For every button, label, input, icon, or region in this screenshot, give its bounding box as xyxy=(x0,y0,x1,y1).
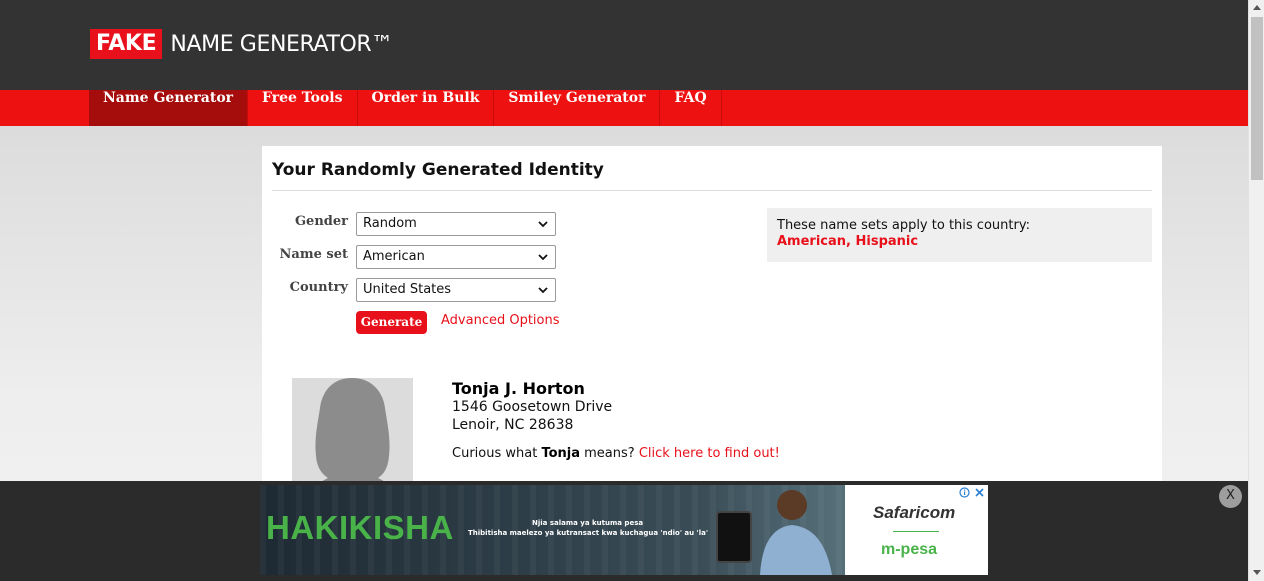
nameset-link-american[interactable]: American xyxy=(777,234,846,249)
country-select[interactable]: United States xyxy=(356,278,556,302)
nav-item-order-in-bulk[interactable]: Order in Bulk xyxy=(358,90,495,126)
gender-label: Gender xyxy=(294,214,348,229)
nav-items: Name Generator Free Tools Order in Bulk … xyxy=(89,90,722,126)
brand-divider xyxy=(893,531,939,532)
nameset-select-value: American xyxy=(363,249,425,264)
scroll-down-icon[interactable] xyxy=(1253,570,1261,575)
adchoices-icon[interactable] xyxy=(959,487,970,498)
main-nav: Name Generator Free Tools Order in Bulk … xyxy=(0,90,1248,126)
vertical-scrollbar[interactable] xyxy=(1248,0,1264,581)
ad-phone-image xyxy=(716,511,752,563)
close-icon[interactable] xyxy=(974,487,985,498)
scroll-thumb[interactable] xyxy=(1251,17,1263,180)
nav-item-smiley-generator[interactable]: Smiley Generator xyxy=(494,90,661,126)
title-divider xyxy=(272,190,1152,191)
chevron-down-icon xyxy=(538,221,548,228)
nav-item-name-generator[interactable]: Name Generator xyxy=(89,90,249,126)
nameset-info-box: These name sets apply to this country: A… xyxy=(767,208,1152,262)
curious-prefix: Curious what xyxy=(452,446,542,461)
country-label: Country xyxy=(289,280,348,295)
gender-select[interactable]: Random xyxy=(356,212,556,236)
nav-item-faq[interactable]: FAQ xyxy=(660,90,722,126)
nav-item-free-tools[interactable]: Free Tools xyxy=(248,90,358,126)
ad-banner[interactable]: HAKIKISHA Njia salama ya kutuma pesa Thi… xyxy=(260,485,988,575)
site-header: FAKE NAME GENERATOR™ xyxy=(0,0,1248,90)
logo-text: NAME GENERATOR™ xyxy=(170,31,393,57)
curious-suffix: means? xyxy=(580,446,639,461)
address-line-1: 1546 Goosetown Drive xyxy=(452,399,613,415)
site-logo[interactable]: FAKE NAME GENERATOR™ xyxy=(90,29,393,59)
ad-person-image xyxy=(760,490,832,575)
chevron-down-icon xyxy=(538,287,548,294)
ad-close-button[interactable]: X xyxy=(1219,485,1242,508)
ad-brand-panel: Safaricom m-pesa xyxy=(845,485,988,575)
gender-select-value: Random xyxy=(363,216,417,231)
mpesa-logo: m-pesa xyxy=(881,541,938,558)
country-select-value: United States xyxy=(363,282,452,297)
nameset-label: Name set xyxy=(279,247,348,262)
generate-button[interactable]: Generate xyxy=(356,311,427,334)
advanced-options-link[interactable]: Advanced Options xyxy=(441,313,560,328)
ad-subtext: Thibitisha maelezo ya kutransact kwa kuc… xyxy=(468,529,708,537)
avatar xyxy=(292,378,413,498)
name-meaning-line: Curious what Tonja means? Click here to … xyxy=(452,446,780,461)
nameset-info-text: These name sets apply to this country: xyxy=(777,218,1030,233)
ad-headline: HAKIKISHA xyxy=(266,509,454,546)
logo-fake-badge: FAKE xyxy=(90,29,163,59)
identity-name: Tonja J. Horton xyxy=(452,379,585,398)
nameset-select[interactable]: American xyxy=(356,245,556,269)
nameset-link-hispanic[interactable]: Hispanic xyxy=(856,234,919,249)
safaricom-logo: Safaricom xyxy=(873,503,956,522)
chevron-down-icon xyxy=(538,254,548,261)
scroll-up-icon[interactable] xyxy=(1253,5,1261,10)
ad-tagline: Njia salama ya kutuma pesa xyxy=(532,519,644,527)
nameset-links: American, Hispanic xyxy=(777,234,1142,249)
name-meaning-link[interactable]: Click here to find out! xyxy=(639,446,780,461)
address-line-2: Lenoir, NC 28638 xyxy=(452,417,574,433)
avatar-silhouette-icon xyxy=(292,378,413,498)
nameset-separator: , xyxy=(846,234,856,249)
page-title: Your Randomly Generated Identity xyxy=(272,160,604,180)
first-name: Tonja xyxy=(541,446,581,461)
